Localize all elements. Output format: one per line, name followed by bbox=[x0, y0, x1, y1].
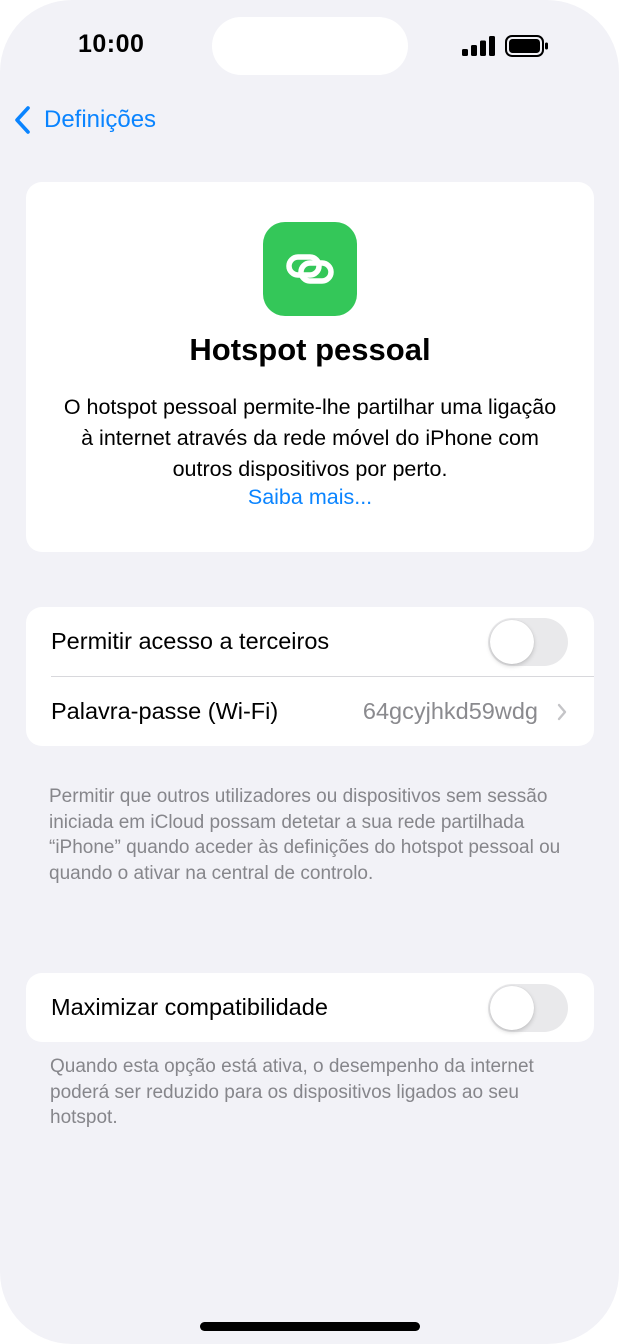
allow-others-toggle[interactable] bbox=[488, 617, 568, 666]
chevron-right-icon bbox=[557, 703, 567, 721]
allow-others-label: Permitir acesso a terceiros bbox=[51, 628, 330, 654]
back-button[interactable]: Definições bbox=[12, 100, 156, 140]
maximize-compatibility-label: Maximizar compatibilidade bbox=[51, 994, 328, 1020]
link-icon bbox=[286, 254, 334, 284]
hotspot-settings-group: Permitir acesso a terceiros Palavra-pass… bbox=[26, 607, 594, 746]
maximize-compatibility-row: Maximizar compatibilidade bbox=[26, 973, 594, 1042]
battery-full-icon bbox=[505, 35, 548, 57]
chevron-left-icon bbox=[15, 106, 30, 134]
maximize-compatibility-footnote: Quando esta opção está ativa, o desempen… bbox=[50, 1056, 534, 1128]
maximize-compatibility-toggle[interactable] bbox=[488, 983, 568, 1032]
hotspot-info-card: Hotspot pessoal O hotspot pessoal permit… bbox=[26, 182, 594, 552]
cellular-signal-icon bbox=[462, 36, 495, 56]
back-label: Definições bbox=[44, 106, 157, 133]
dynamic-island bbox=[212, 17, 408, 75]
allow-others-footnote: Permitir que outros utilizadores ou disp… bbox=[49, 786, 561, 884]
compatibility-group: Maximizar compatibilidade bbox=[26, 973, 594, 1042]
wifi-password-row[interactable]: Palavra-passe (Wi-Fi) 64gcyjhkd59wdg bbox=[26, 677, 594, 746]
hotspot-description: O hotspot pessoal permite-lhe partilhar … bbox=[63, 395, 557, 481]
hotspot-app-icon bbox=[263, 222, 357, 316]
wifi-password-label: Palavra-passe (Wi-Fi) bbox=[51, 698, 279, 724]
status-bar: 10:00 bbox=[0, 0, 619, 90]
allow-others-row: Permitir acesso a terceiros bbox=[26, 607, 594, 676]
status-time: 10:00 bbox=[78, 30, 145, 58]
phone-screen: 10:00 Definições Hotspot pessoal O hotsp… bbox=[0, 0, 619, 1344]
learn-more-link[interactable]: Saiba mais... bbox=[26, 485, 594, 510]
wifi-password-value: 64gcyjhkd59wdg bbox=[362, 698, 538, 724]
home-indicator[interactable] bbox=[200, 1322, 420, 1331]
toggle-knob bbox=[490, 619, 534, 664]
toggle-knob bbox=[490, 985, 534, 1030]
page-title: Hotspot pessoal bbox=[189, 332, 431, 367]
